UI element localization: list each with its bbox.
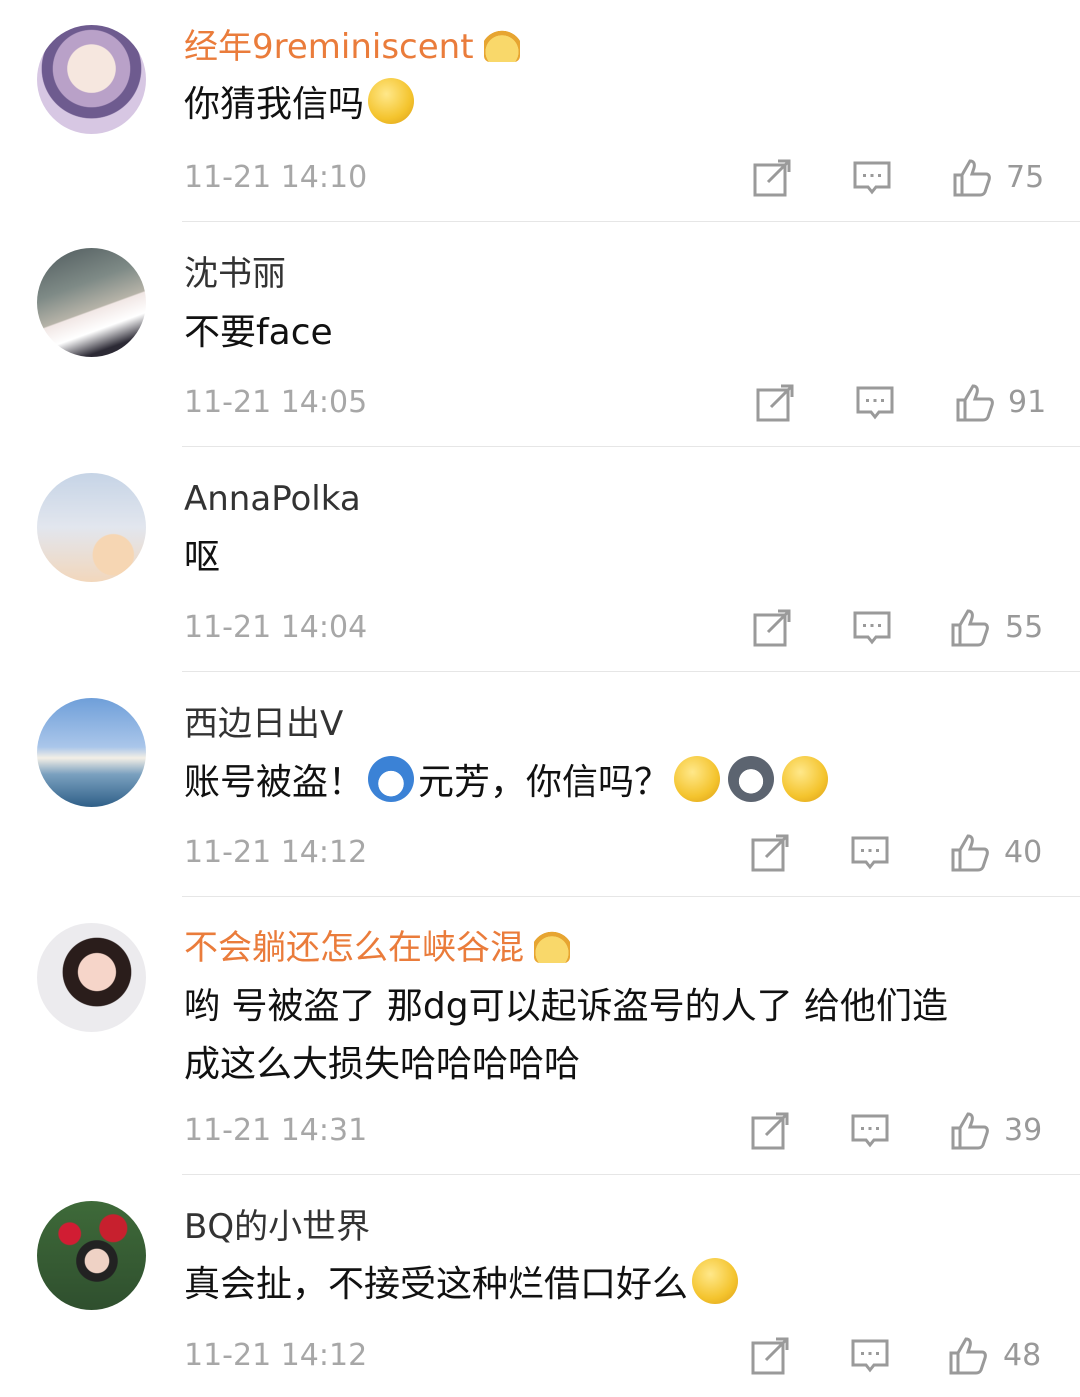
divider [182,671,1080,672]
like-count: 48 [1003,1338,1042,1373]
timestamp: 11-21 14:31 [184,1113,368,1148]
share-icon[interactable] [752,158,792,198]
comment-icon[interactable] [855,383,895,423]
comment-text: 呕 [184,537,221,578]
share-icon[interactable] [750,833,790,873]
avatar[interactable] [37,698,146,807]
comment-icon[interactable] [852,608,892,648]
timestamp: 11-21 14:04 [184,610,368,645]
timestamp: 11-21 14:12 [184,1338,368,1373]
laugh-cry-emoji-icon [674,756,721,802]
crown-icon [483,28,520,62]
smirk-emoji-icon [782,756,829,802]
divider [182,1174,1080,1175]
comment-item: 经年9reminiscent 你猜我信吗 11-21 14:10 75 [0,0,1080,222]
comment-text: 真会扯，不接受这种烂借口好么 [184,1256,742,1314]
like-count: 75 [1006,160,1045,195]
thumbs-up-icon[interactable] [952,158,992,198]
comment-icon[interactable] [850,1336,890,1376]
like-count: 55 [1005,610,1044,645]
thumbs-up-icon[interactable] [950,833,990,873]
comment-text: 账号被盗！ 元芳，你信吗？ [184,754,832,812]
username[interactable]: 不会躺还怎么在峡谷混 [184,926,570,970]
comment-icon[interactable] [850,1111,890,1151]
avatar[interactable] [37,923,146,1032]
thumbs-up-icon[interactable] [950,608,990,648]
doge-emoji-icon [368,78,415,124]
username[interactable]: BQ的小世界 [184,1205,370,1249]
thumbs-up-icon[interactable] [955,383,995,423]
username-text[interactable]: 不会躺还怎么在峡谷混 [184,928,524,968]
like-count: 91 [1008,385,1047,420]
username-text[interactable]: 经年9reminiscent [184,27,474,67]
timestamp: 11-21 14:05 [184,385,368,420]
comment-text: 你猜我信吗 [184,76,418,134]
username[interactable]: 经年9reminiscent [184,25,520,69]
avatar[interactable] [37,248,146,357]
like-count: 40 [1004,835,1043,870]
share-icon[interactable] [755,383,795,423]
share-icon[interactable] [752,608,792,648]
husky-emoji-icon [728,756,775,802]
comment-text-line: 成这么大损失哈哈哈哈哈 [184,1044,581,1085]
avatar[interactable] [37,1201,146,1310]
username[interactable]: AnnaPolka [184,477,361,521]
crown-icon [534,929,570,963]
comment-text: 不要face [184,312,333,353]
comment-text-line: 哟 号被盗了 那dg可以起诉盗号的人了 给他们造 [184,986,949,1027]
username[interactable]: 沈书丽 [184,252,286,296]
comment-text-content: 真会扯，不接受这种烂借口好么 [184,1264,689,1305]
divider [182,896,1080,897]
timestamp: 11-21 14:10 [184,160,368,195]
doraemon-emoji-icon [368,756,415,802]
divider [182,221,1080,222]
divider [182,446,1080,447]
comment-icon[interactable] [850,833,890,873]
thumbs-up-icon[interactable] [948,1336,988,1376]
username[interactable]: 西边日出V [184,702,343,746]
comment-text-part: 元芳，你信吗？ [418,762,671,803]
thumbs-up-icon[interactable] [950,1111,990,1151]
like-count: 39 [1004,1113,1043,1148]
share-icon[interactable] [750,1336,790,1376]
avatar[interactable] [37,473,146,582]
timestamp: 11-21 14:12 [184,835,368,870]
comment-text-content: 你猜我信吗 [184,84,365,125]
comment-text-part: 账号被盗！ [184,762,365,803]
comment-icon[interactable] [852,158,892,198]
thinking-emoji-icon [692,1258,739,1304]
avatar[interactable] [37,25,146,134]
share-icon[interactable] [750,1111,790,1151]
